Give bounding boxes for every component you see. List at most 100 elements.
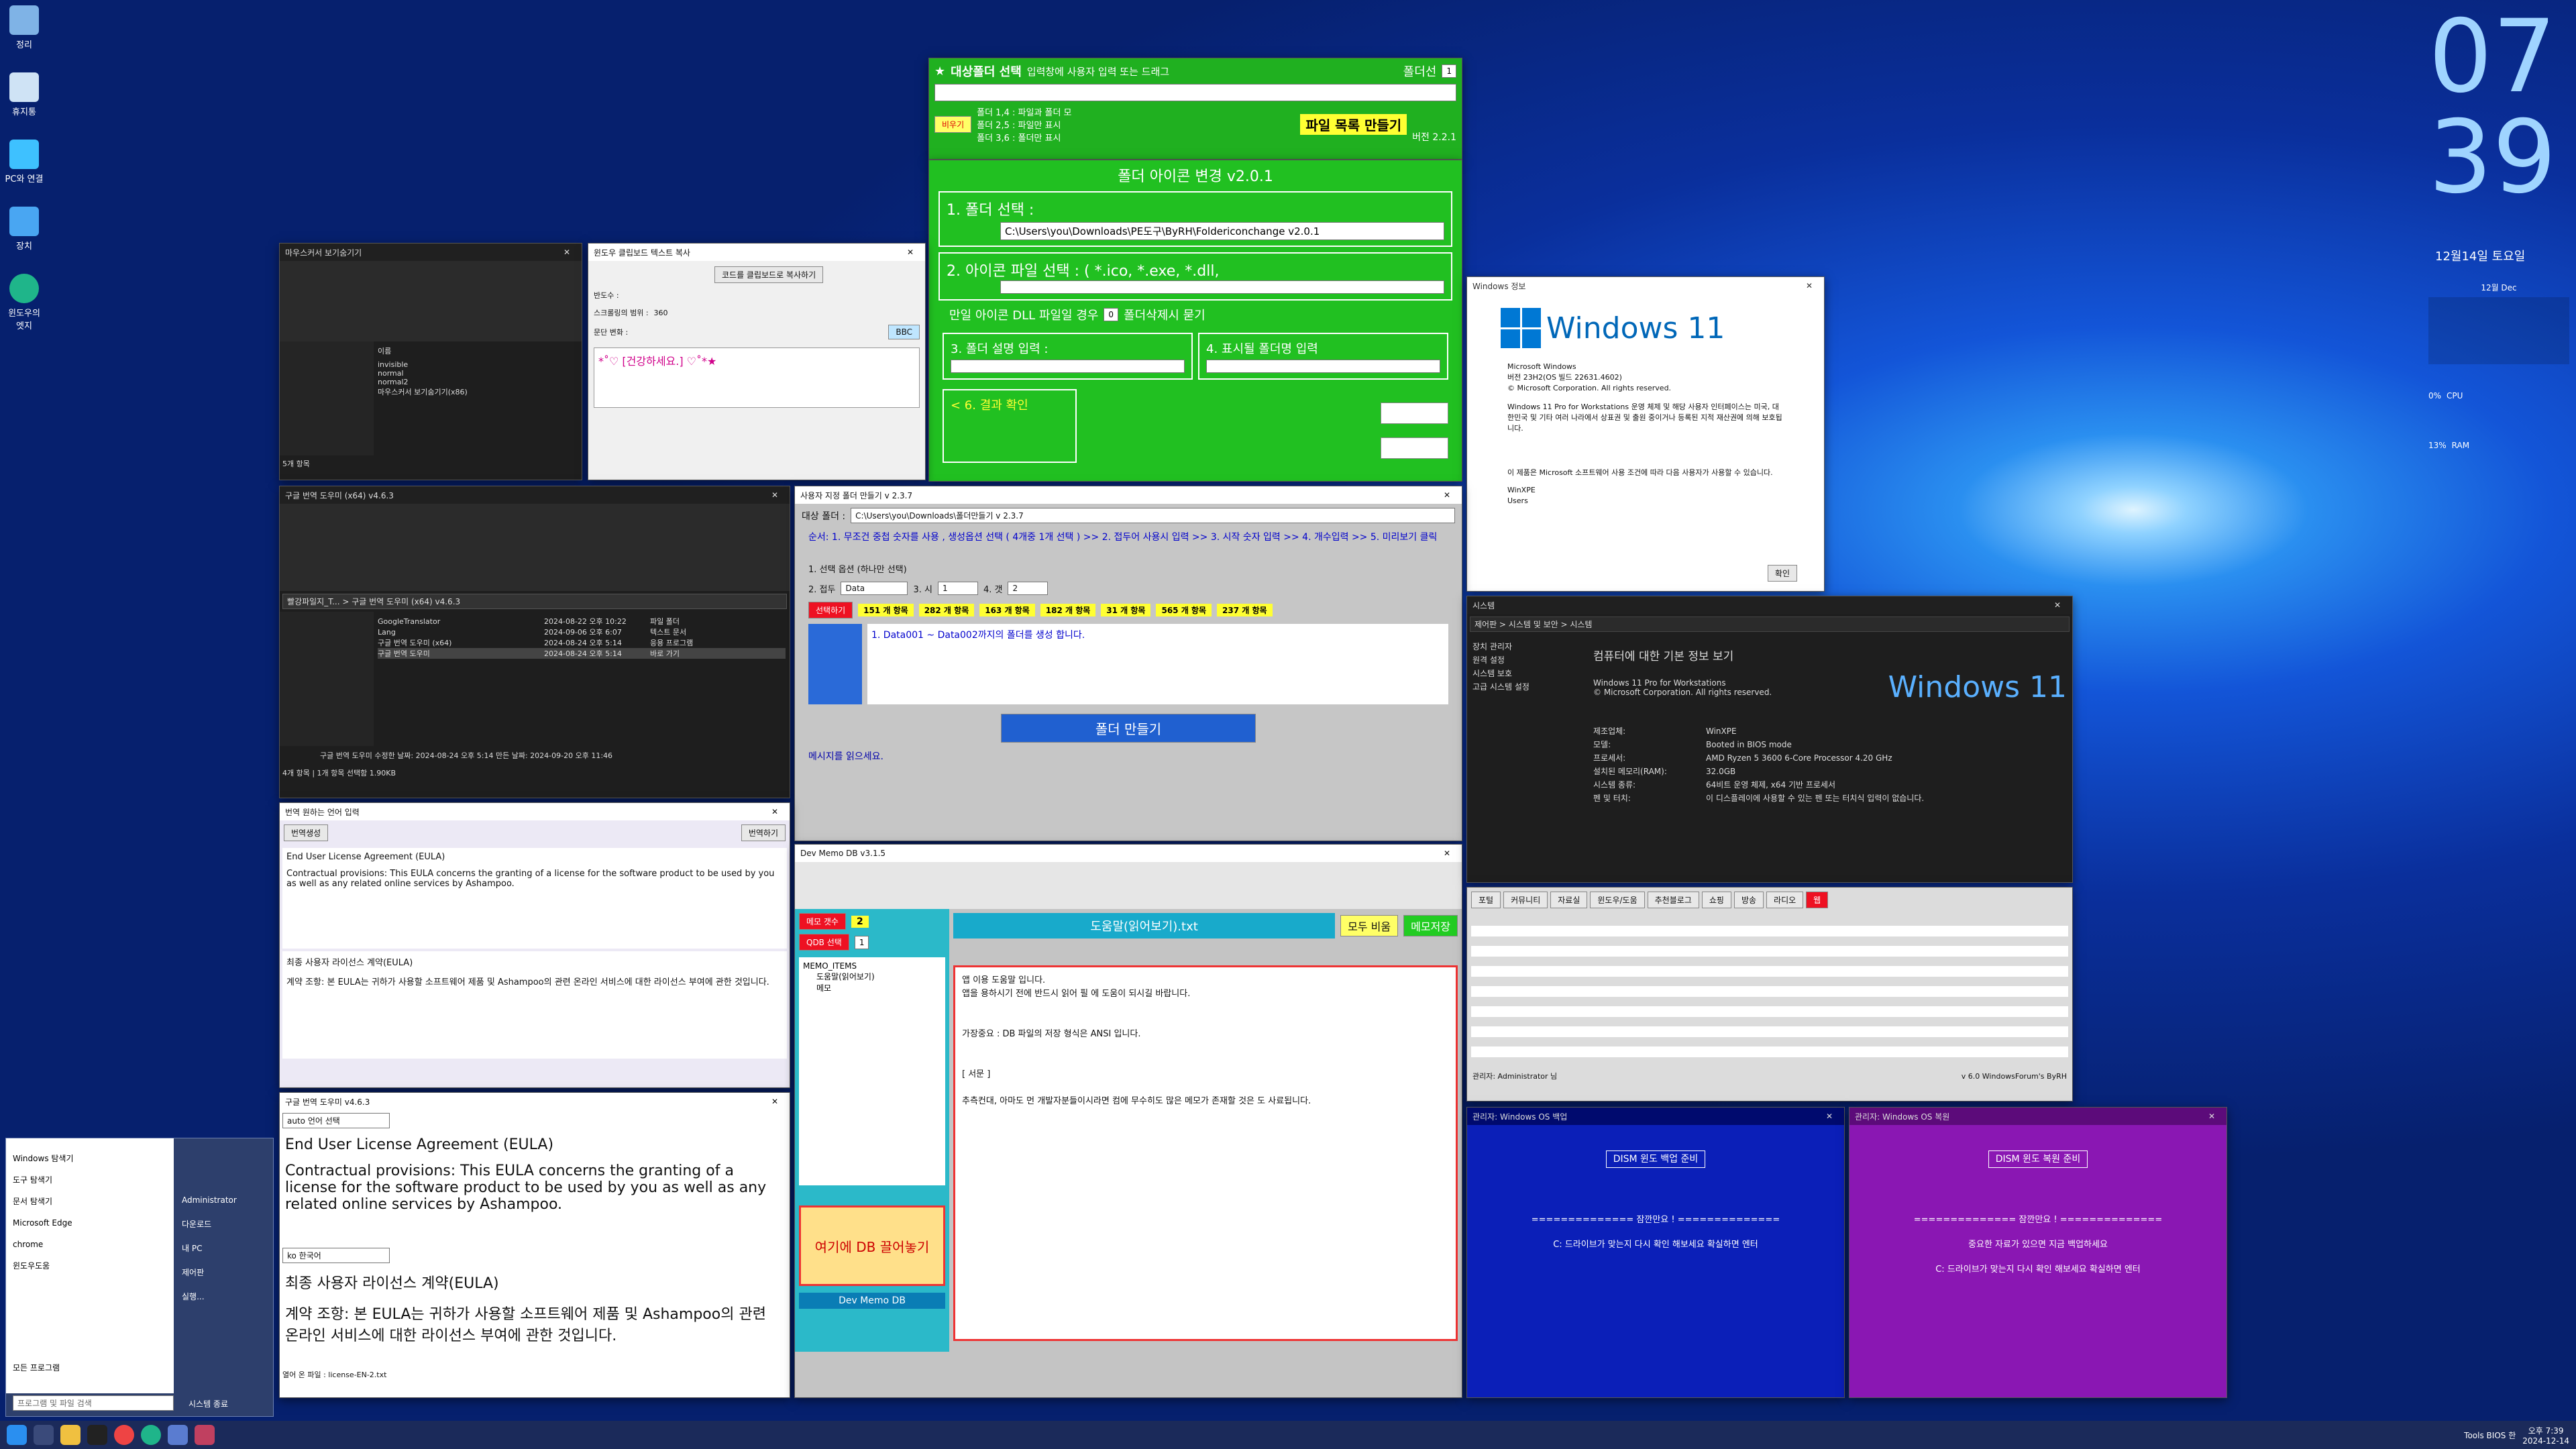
preview-side[interactable] xyxy=(808,624,862,704)
tree-item-1[interactable]: 메모 xyxy=(803,982,941,994)
close-icon[interactable]: ✕ xyxy=(1438,849,1456,858)
explorer2-path[interactable]: 빨강파일지_T... > 구글 번역 도우미 (x64) v4.6.3 xyxy=(282,594,787,609)
target-input[interactable] xyxy=(934,84,1456,101)
start-field[interactable]: 1 xyxy=(937,582,978,595)
prefix-field[interactable]: Data xyxy=(841,582,908,595)
tree-root[interactable]: MEMO_ITEMS xyxy=(803,961,941,971)
memo-clear-button[interactable]: 모두 비움 xyxy=(1340,915,1399,936)
close-icon[interactable]: ✕ xyxy=(765,490,784,500)
close-icon[interactable]: ✕ xyxy=(1438,490,1456,500)
memo-save-button[interactable]: 메모저장 xyxy=(1403,915,1458,936)
explorer2-row[interactable]: 구글 번역 도우미 (x64) 2024-08-24 오후 5:14 응용 프로그램 xyxy=(378,637,786,648)
clear-button[interactable]: 비우기 xyxy=(934,116,972,133)
start-item-5[interactable]: 윈도우도움 xyxy=(13,1255,167,1277)
dism-backup-window: 관리자: Windows OS 백업 ✕ DISM 윈도 백업 준비 ======… xyxy=(1466,1107,1845,1398)
taskbar-date[interactable]: 2024-12-14 xyxy=(2522,1436,2569,1446)
start-item-2[interactable]: 문서 탐색기 xyxy=(13,1191,167,1212)
explorer2-row[interactable]: 구글 번역 도우미 2024-08-24 오후 5:14 바로 가기 xyxy=(378,648,786,659)
close-icon[interactable]: ✕ xyxy=(1820,1112,1839,1121)
db-select-label: QDB 선택 xyxy=(799,934,849,951)
start-right-4[interactable]: 실행... xyxy=(182,1285,237,1309)
emoji-preview[interactable]: *˚♡ [건강하세요.] ♡˚*★ xyxy=(594,347,920,408)
del-note: 폴더삭제시 묻기 xyxy=(1124,309,1205,323)
bbc-button[interactable]: BBC xyxy=(888,325,920,339)
app-icon[interactable] xyxy=(168,1425,188,1445)
count-field[interactable]: 2 xyxy=(1008,582,1049,595)
sys-side-0[interactable]: 장치 관리자 xyxy=(1472,640,1582,653)
launcher-tab-0[interactable]: 포털 xyxy=(1471,892,1501,908)
close-icon[interactable]: ✕ xyxy=(765,807,784,816)
trans-run-button[interactable]: 번역하기 xyxy=(741,824,786,841)
explorer1-item-1[interactable]: normal xyxy=(378,369,578,378)
maker-target-field[interactable]: C:\Users\you\Downloads\폴더만들기 v 2.3.7 xyxy=(851,508,1455,523)
db-select[interactable]: 1 xyxy=(854,935,869,949)
about-ok-button[interactable]: 확인 xyxy=(1767,565,1797,582)
desktop-icon-2[interactable]: PC와 연결 xyxy=(4,140,44,184)
folder-path-field[interactable]: C:\Users\you\Downloads\PE도구\ByRH\Folderi… xyxy=(1000,222,1444,240)
launcher-tab-2[interactable]: 자료실 xyxy=(1550,892,1588,908)
start-right-2[interactable]: 내 PC xyxy=(182,1236,237,1260)
explorer1-item-3[interactable]: 마우스커서 보기숨기기(x86) xyxy=(378,386,578,397)
explorer1-item-2[interactable]: normal2 xyxy=(378,378,578,386)
start-all-programs[interactable]: 모든 프로그램 xyxy=(13,1357,167,1379)
sys-side-1[interactable]: 원격 설정 xyxy=(1472,653,1582,667)
make-list-button[interactable]: 파일 목록 만들기 xyxy=(1300,114,1407,135)
tree-item-0[interactable]: 도움말(읽어보기) xyxy=(803,971,941,982)
launcher-tab-1[interactable]: 커뮤니티 xyxy=(1503,892,1548,908)
sysinfo-crumb[interactable]: 제어판 > 시스템 및 보안 > 시스템 xyxy=(1470,616,2070,632)
desktop-icon-1[interactable]: 휴지통 xyxy=(4,72,44,117)
close-icon[interactable]: ✕ xyxy=(901,248,920,257)
launcher-tab-4[interactable]: 추천블로그 xyxy=(1647,892,1699,908)
sys-side-2[interactable]: 시스템 보호 xyxy=(1472,667,1582,680)
apply-button[interactable]: 7. 적용하기 xyxy=(1380,437,1448,459)
trans2-lang2[interactable]: ko 한국어 xyxy=(282,1248,390,1263)
trans2-lang1[interactable]: auto 언어 선택 xyxy=(282,1113,390,1128)
select-button[interactable]: 선택하기 xyxy=(808,602,853,619)
edge-icon[interactable] xyxy=(141,1425,161,1445)
explorer2-row[interactable]: GoogleTranslator 2024-08-22 오후 10:22 파일 폴더 xyxy=(378,616,786,627)
desktop-icon-0[interactable]: 정리 xyxy=(4,5,44,50)
make-folders-button[interactable]: 폴더 만들기 xyxy=(1000,714,1256,743)
start-icon[interactable] xyxy=(7,1425,27,1445)
start-item-1[interactable]: 도구 탐색기 xyxy=(13,1169,167,1191)
search-icon[interactable] xyxy=(34,1425,54,1445)
start-shutdown[interactable]: 시스템 종료 xyxy=(189,1398,228,1409)
start-item-4[interactable]: chrome xyxy=(13,1234,167,1255)
start-item-3[interactable]: Microsoft Edge xyxy=(13,1212,167,1234)
launcher-tab-5[interactable]: 쇼핑 xyxy=(1701,892,1731,908)
sys-row: 제조업체: WinXPE xyxy=(1593,727,1737,736)
copy-code-button[interactable]: 코드를 클립보드로 복사하기 xyxy=(714,266,824,283)
chrome-icon[interactable] xyxy=(114,1425,134,1445)
trans-generate-button[interactable]: 번역생성 xyxy=(284,824,329,841)
close-icon[interactable]: ✕ xyxy=(765,1097,784,1106)
start-right-3[interactable]: 제어판 xyxy=(182,1260,237,1285)
taskbar-time[interactable]: 오후 7:39 xyxy=(2522,1425,2569,1436)
launcher-tab-6[interactable]: 방송 xyxy=(1733,892,1764,908)
sys-side-3[interactable]: 고급 시스템 설정 xyxy=(1472,680,1582,694)
start-search[interactable]: 프로그램 및 파일 검색 xyxy=(13,1395,174,1411)
app-icon[interactable] xyxy=(195,1425,215,1445)
desktop-icon-3[interactable]: 장치 xyxy=(4,207,44,252)
db-drop-zone[interactable]: 여기에 DB 끌어놓기 xyxy=(799,1205,945,1286)
launcher-tab-7[interactable]: 라디오 xyxy=(1766,892,1804,908)
desktop-icon-4[interactable]: 윈도우의 엣지 xyxy=(4,274,44,331)
start-right-1[interactable]: 다운로드 xyxy=(182,1212,237,1236)
folder-count-select[interactable]: 1 xyxy=(1442,64,1456,78)
terminal-icon[interactable] xyxy=(87,1425,107,1445)
close-icon[interactable]: ✕ xyxy=(2048,600,2067,610)
close-icon[interactable]: ✕ xyxy=(2202,1112,2221,1121)
explorer1-item-0[interactable]: invisible xyxy=(378,360,578,369)
name-field[interactable] xyxy=(1206,360,1440,373)
explorer2-row[interactable]: Lang 2024-09-06 오후 6:07 텍스트 문서 xyxy=(378,627,786,637)
launcher-tab-3[interactable]: 윈도우/도움 xyxy=(1590,892,1645,908)
icon-path-field[interactable] xyxy=(1000,280,1444,294)
explorer-icon[interactable] xyxy=(60,1425,80,1445)
start-item-0[interactable]: Windows 탐색기 xyxy=(13,1148,167,1169)
close-icon[interactable]: ✕ xyxy=(557,248,576,257)
desc-field[interactable] xyxy=(951,360,1185,373)
dll-index[interactable]: 0 xyxy=(1104,308,1119,321)
launcher-tab-8[interactable]: 웹 xyxy=(1806,892,1829,908)
close-icon[interactable]: ✕ xyxy=(1800,281,1819,290)
preview-button[interactable]: 5. 미리보기 xyxy=(1380,402,1448,424)
start-right-0[interactable]: Administrator xyxy=(182,1188,237,1212)
